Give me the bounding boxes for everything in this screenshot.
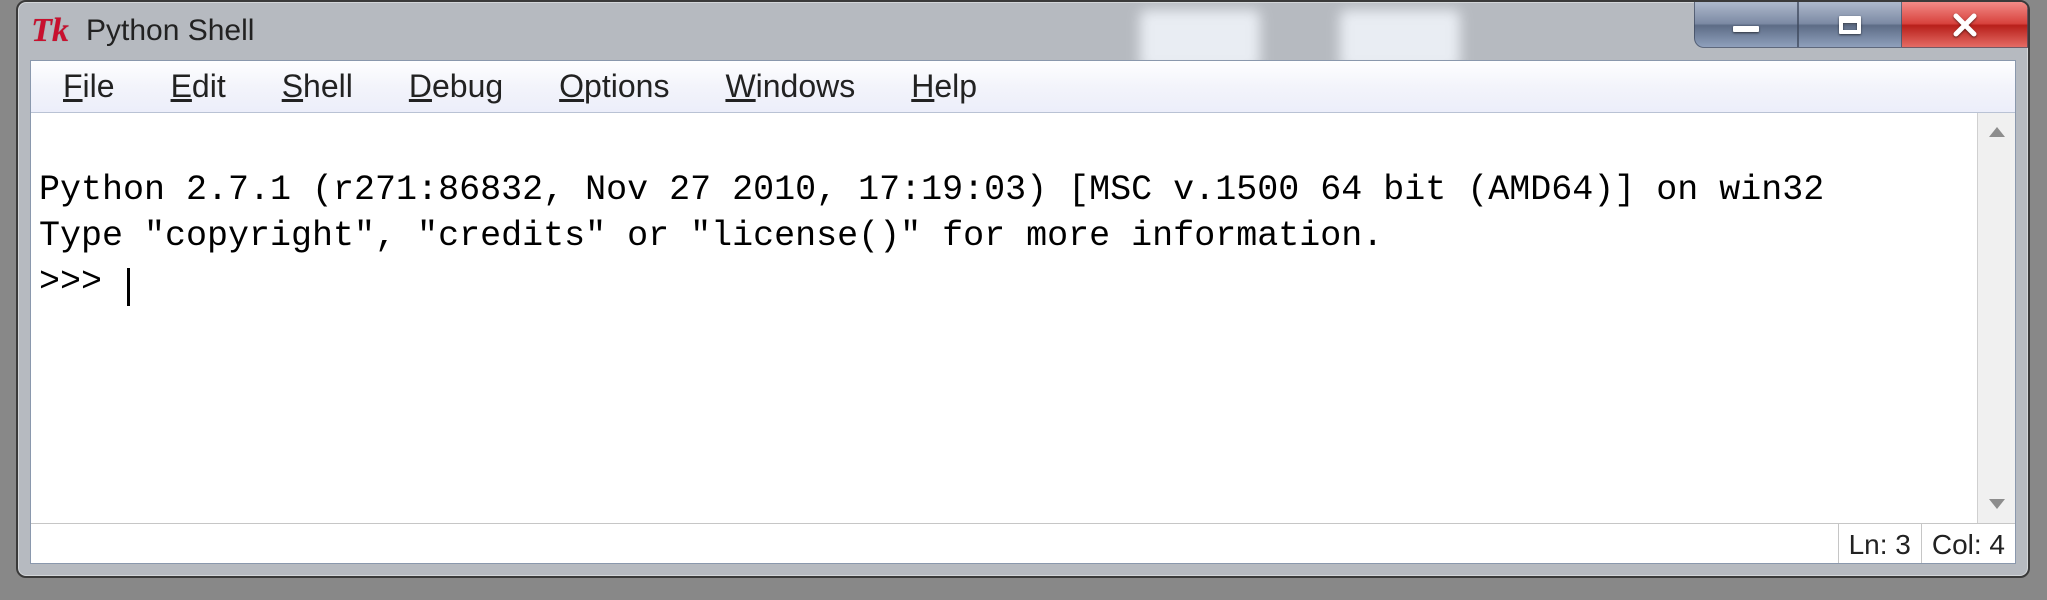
title-bar[interactable]: Tk Python Shell <box>18 2 2028 60</box>
menu-options[interactable]: Options <box>531 61 697 112</box>
text-cursor <box>127 268 130 306</box>
menu-windows[interactable]: Windows <box>697 61 883 112</box>
shell-prompt: >>> <box>39 262 123 302</box>
window-title: Python Shell <box>86 14 254 48</box>
status-col: Col: 4 <box>1921 524 2015 563</box>
close-icon <box>1951 11 1979 39</box>
caption-buttons <box>1694 2 2028 48</box>
minimize-icon <box>1733 26 1759 32</box>
maximize-icon <box>1839 16 1861 34</box>
chevron-up-icon <box>1987 122 2007 142</box>
menu-help[interactable]: Help <box>883 61 1005 112</box>
scroll-down-button[interactable] <box>1978 485 2015 523</box>
banner-line-1: Python 2.7.1 (r271:86832, Nov 27 2010, 1… <box>39 170 1824 210</box>
vertical-scrollbar[interactable] <box>1977 113 2015 523</box>
tk-icon: Tk <box>28 9 72 53</box>
scroll-up-button[interactable] <box>1978 113 2015 151</box>
close-button[interactable] <box>1902 2 2028 48</box>
minimize-button[interactable] <box>1694 2 1798 48</box>
menu-file[interactable]: File <box>35 61 143 112</box>
status-bar: Ln: 3 Col: 4 <box>31 523 2015 563</box>
maximize-button[interactable] <box>1798 2 1902 48</box>
banner-line-2: Type "copyright", "credits" or "license(… <box>39 216 1383 256</box>
chevron-down-icon <box>1987 494 2007 514</box>
menu-debug[interactable]: Debug <box>381 61 531 112</box>
menu-edit[interactable]: Edit <box>143 61 254 112</box>
python-shell-window: Tk Python Shell File Edit Shell Debug Op… <box>16 0 2030 578</box>
editor-row: Python 2.7.1 (r271:86832, Nov 27 2010, 1… <box>31 113 2015 523</box>
status-line: Ln: 3 <box>1838 524 1921 563</box>
menu-shell[interactable]: Shell <box>254 61 381 112</box>
menu-bar: File Edit Shell Debug Options Windows He… <box>31 61 2015 113</box>
shell-text-area[interactable]: Python 2.7.1 (r271:86832, Nov 27 2010, 1… <box>31 113 1977 523</box>
client-area: File Edit Shell Debug Options Windows He… <box>30 60 2016 564</box>
